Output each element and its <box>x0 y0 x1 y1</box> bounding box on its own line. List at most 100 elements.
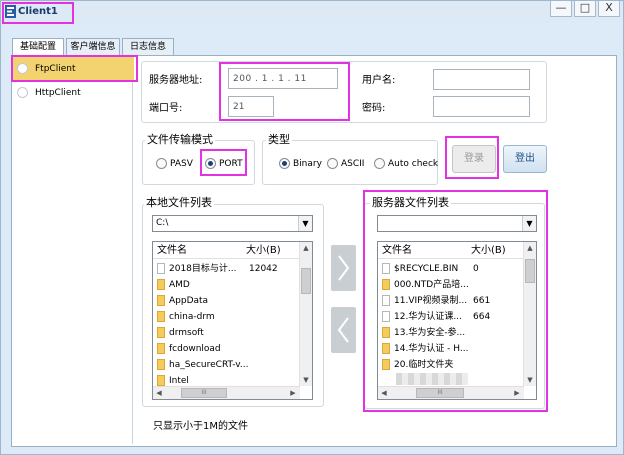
server-files-legend: 服务器文件列表 <box>370 194 451 210</box>
column-header-size[interactable]: 大小(B) <box>246 242 281 259</box>
folder-icon <box>157 343 165 354</box>
file-icon <box>382 311 390 322</box>
server-file-row[interactable]: 13.华为安全-参... <box>378 325 524 341</box>
scroll-right-icon[interactable]: ▶ <box>287 387 299 399</box>
radio-dot-icon <box>17 87 28 98</box>
chevron-down-icon: ▼ <box>298 216 312 231</box>
radio-checked-icon <box>279 158 290 169</box>
login-button[interactable]: 登录 <box>452 145 496 173</box>
radio-checked-icon <box>205 158 216 169</box>
local-file-row[interactable]: drmsoft <box>153 325 300 341</box>
local-file-row[interactable]: ha_SecureCRT-v... <box>153 357 300 373</box>
server-vertical-scrollbar[interactable]: ▲ ▼ <box>523 242 536 386</box>
radio-label: ASCII <box>341 159 365 169</box>
local-files-legend: 本地文件列表 <box>144 194 214 210</box>
scroll-thumb[interactable]: III <box>181 388 227 398</box>
server-file-row[interactable]: 000.NTD产品培... <box>378 277 524 293</box>
folder-icon <box>157 311 165 322</box>
type-legend: 类型 <box>266 131 292 147</box>
folder-icon <box>382 327 390 338</box>
client-list: FtpClient HttpClient <box>12 56 134 444</box>
minimize-button[interactable]: — <box>550 1 572 17</box>
local-file-row[interactable]: china-drm <box>153 309 300 325</box>
client-window: Client1 — □ X 基础配置 客户端信息 日志信息 FtpClient … <box>0 0 624 455</box>
radio-label: Auto check <box>388 159 439 169</box>
local-file-list: 文件名 大小(B) 2018目标与计... 12042 AMD AppData … <box>152 241 313 400</box>
scroll-thumb[interactable] <box>525 259 535 283</box>
upload-button[interactable] <box>331 245 356 291</box>
chevron-right-icon <box>338 255 350 281</box>
title-bar: Client1 <box>1 1 623 23</box>
client-item-http[interactable]: HttpClient <box>13 81 134 106</box>
radio-dot-icon <box>17 63 28 74</box>
folder-icon <box>157 327 165 338</box>
file-icon <box>157 263 165 274</box>
folder-icon <box>157 375 165 386</box>
scroll-up-icon[interactable]: ▲ <box>300 242 312 254</box>
radio-circle-icon <box>156 158 167 169</box>
column-header-name[interactable]: 文件名 <box>157 242 187 259</box>
local-file-row[interactable]: AMD <box>153 277 300 293</box>
scroll-thumb[interactable]: III <box>416 388 464 398</box>
server-file-row[interactable]: $RECYCLE.BIN 0 <box>378 261 524 277</box>
password-label: 密码: <box>362 103 386 114</box>
tab-basic-config[interactable]: 基础配置 <box>12 38 64 56</box>
download-button[interactable] <box>331 307 356 353</box>
port-label: 端口号: <box>149 103 183 114</box>
server-file-row[interactable]: 20.临时文件夹 <box>378 357 524 373</box>
scroll-thumb[interactable] <box>301 268 311 294</box>
tab-client-info[interactable]: 客户端信息 <box>66 38 120 55</box>
server-address-label: 服务器地址: <box>149 75 203 86</box>
server-path-select[interactable]: ▼ <box>377 215 537 232</box>
scroll-up-icon[interactable]: ▲ <box>524 242 536 254</box>
local-file-row[interactable]: 2018目标与计... 12042 <box>153 261 300 277</box>
username-input[interactable] <box>433 69 530 90</box>
server-file-row[interactable]: 11.VIP视频录制... 661 <box>378 293 524 309</box>
scroll-down-icon[interactable]: ▼ <box>300 374 312 386</box>
server-address-input[interactable]: 200 . 1 . 1 . 11 <box>228 68 338 89</box>
logout-button[interactable]: 登出 <box>503 145 547 173</box>
scroll-right-icon[interactable]: ▶ <box>511 387 523 399</box>
local-path-select[interactable]: C:\ ▼ <box>152 215 313 232</box>
client-app-icon <box>5 5 16 18</box>
column-header-size[interactable]: 大小(B) <box>471 242 506 259</box>
folder-icon <box>157 359 165 370</box>
server-file-list: 文件名 大小(B) $RECYCLE.BIN 0 000.NTD产品培... 1… <box>377 241 537 400</box>
radio-circle-icon <box>374 158 385 169</box>
server-horizontal-scrollbar[interactable]: ◀ III ▶ <box>378 386 524 399</box>
server-file-row[interactable]: 14.华为认证 - H... <box>378 341 524 357</box>
chevron-left-icon <box>337 317 349 343</box>
local-file-row[interactable]: fcdownload <box>153 341 300 357</box>
file-size-note: 只显示小于1M的文件 <box>153 421 248 432</box>
username-label: 用户名: <box>362 75 396 86</box>
tab-log-info[interactable]: 日志信息 <box>122 38 174 55</box>
local-path-value: C:\ <box>156 218 169 228</box>
folder-icon <box>382 279 390 290</box>
server-file-row[interactable]: 12.华为认证课... 664 <box>378 309 524 325</box>
client-item-ftp[interactable]: FtpClient <box>13 57 134 82</box>
window-title: Client1 <box>18 6 58 17</box>
chevron-down-icon: ▼ <box>522 216 536 231</box>
radio-circle-icon <box>327 158 338 169</box>
radio-label: Binary <box>293 159 322 169</box>
server-list-header: 文件名 大小(B) <box>378 242 524 259</box>
scroll-down-icon[interactable]: ▼ <box>524 374 536 386</box>
radio-label: PORT <box>219 159 243 169</box>
folder-icon <box>157 295 165 306</box>
password-input[interactable] <box>433 96 530 117</box>
local-file-row[interactable]: AppData <box>153 293 300 309</box>
close-button[interactable]: X <box>598 1 620 17</box>
scroll-left-icon[interactable]: ◀ <box>378 387 390 399</box>
client-item-label: FtpClient <box>35 64 76 74</box>
local-vertical-scrollbar[interactable]: ▲ ▼ <box>299 242 312 386</box>
radio-label: PASV <box>170 159 193 169</box>
client-item-label: HttpClient <box>35 88 81 98</box>
folder-icon <box>382 343 390 354</box>
column-header-name[interactable]: 文件名 <box>382 242 412 259</box>
local-horizontal-scrollbar[interactable]: ◀ III ▶ <box>153 386 300 399</box>
port-input[interactable]: 21 <box>228 96 274 117</box>
scroll-left-icon[interactable]: ◀ <box>153 387 165 399</box>
maximize-button[interactable]: □ <box>574 1 596 17</box>
file-icon <box>382 295 390 306</box>
folder-icon <box>382 359 390 370</box>
